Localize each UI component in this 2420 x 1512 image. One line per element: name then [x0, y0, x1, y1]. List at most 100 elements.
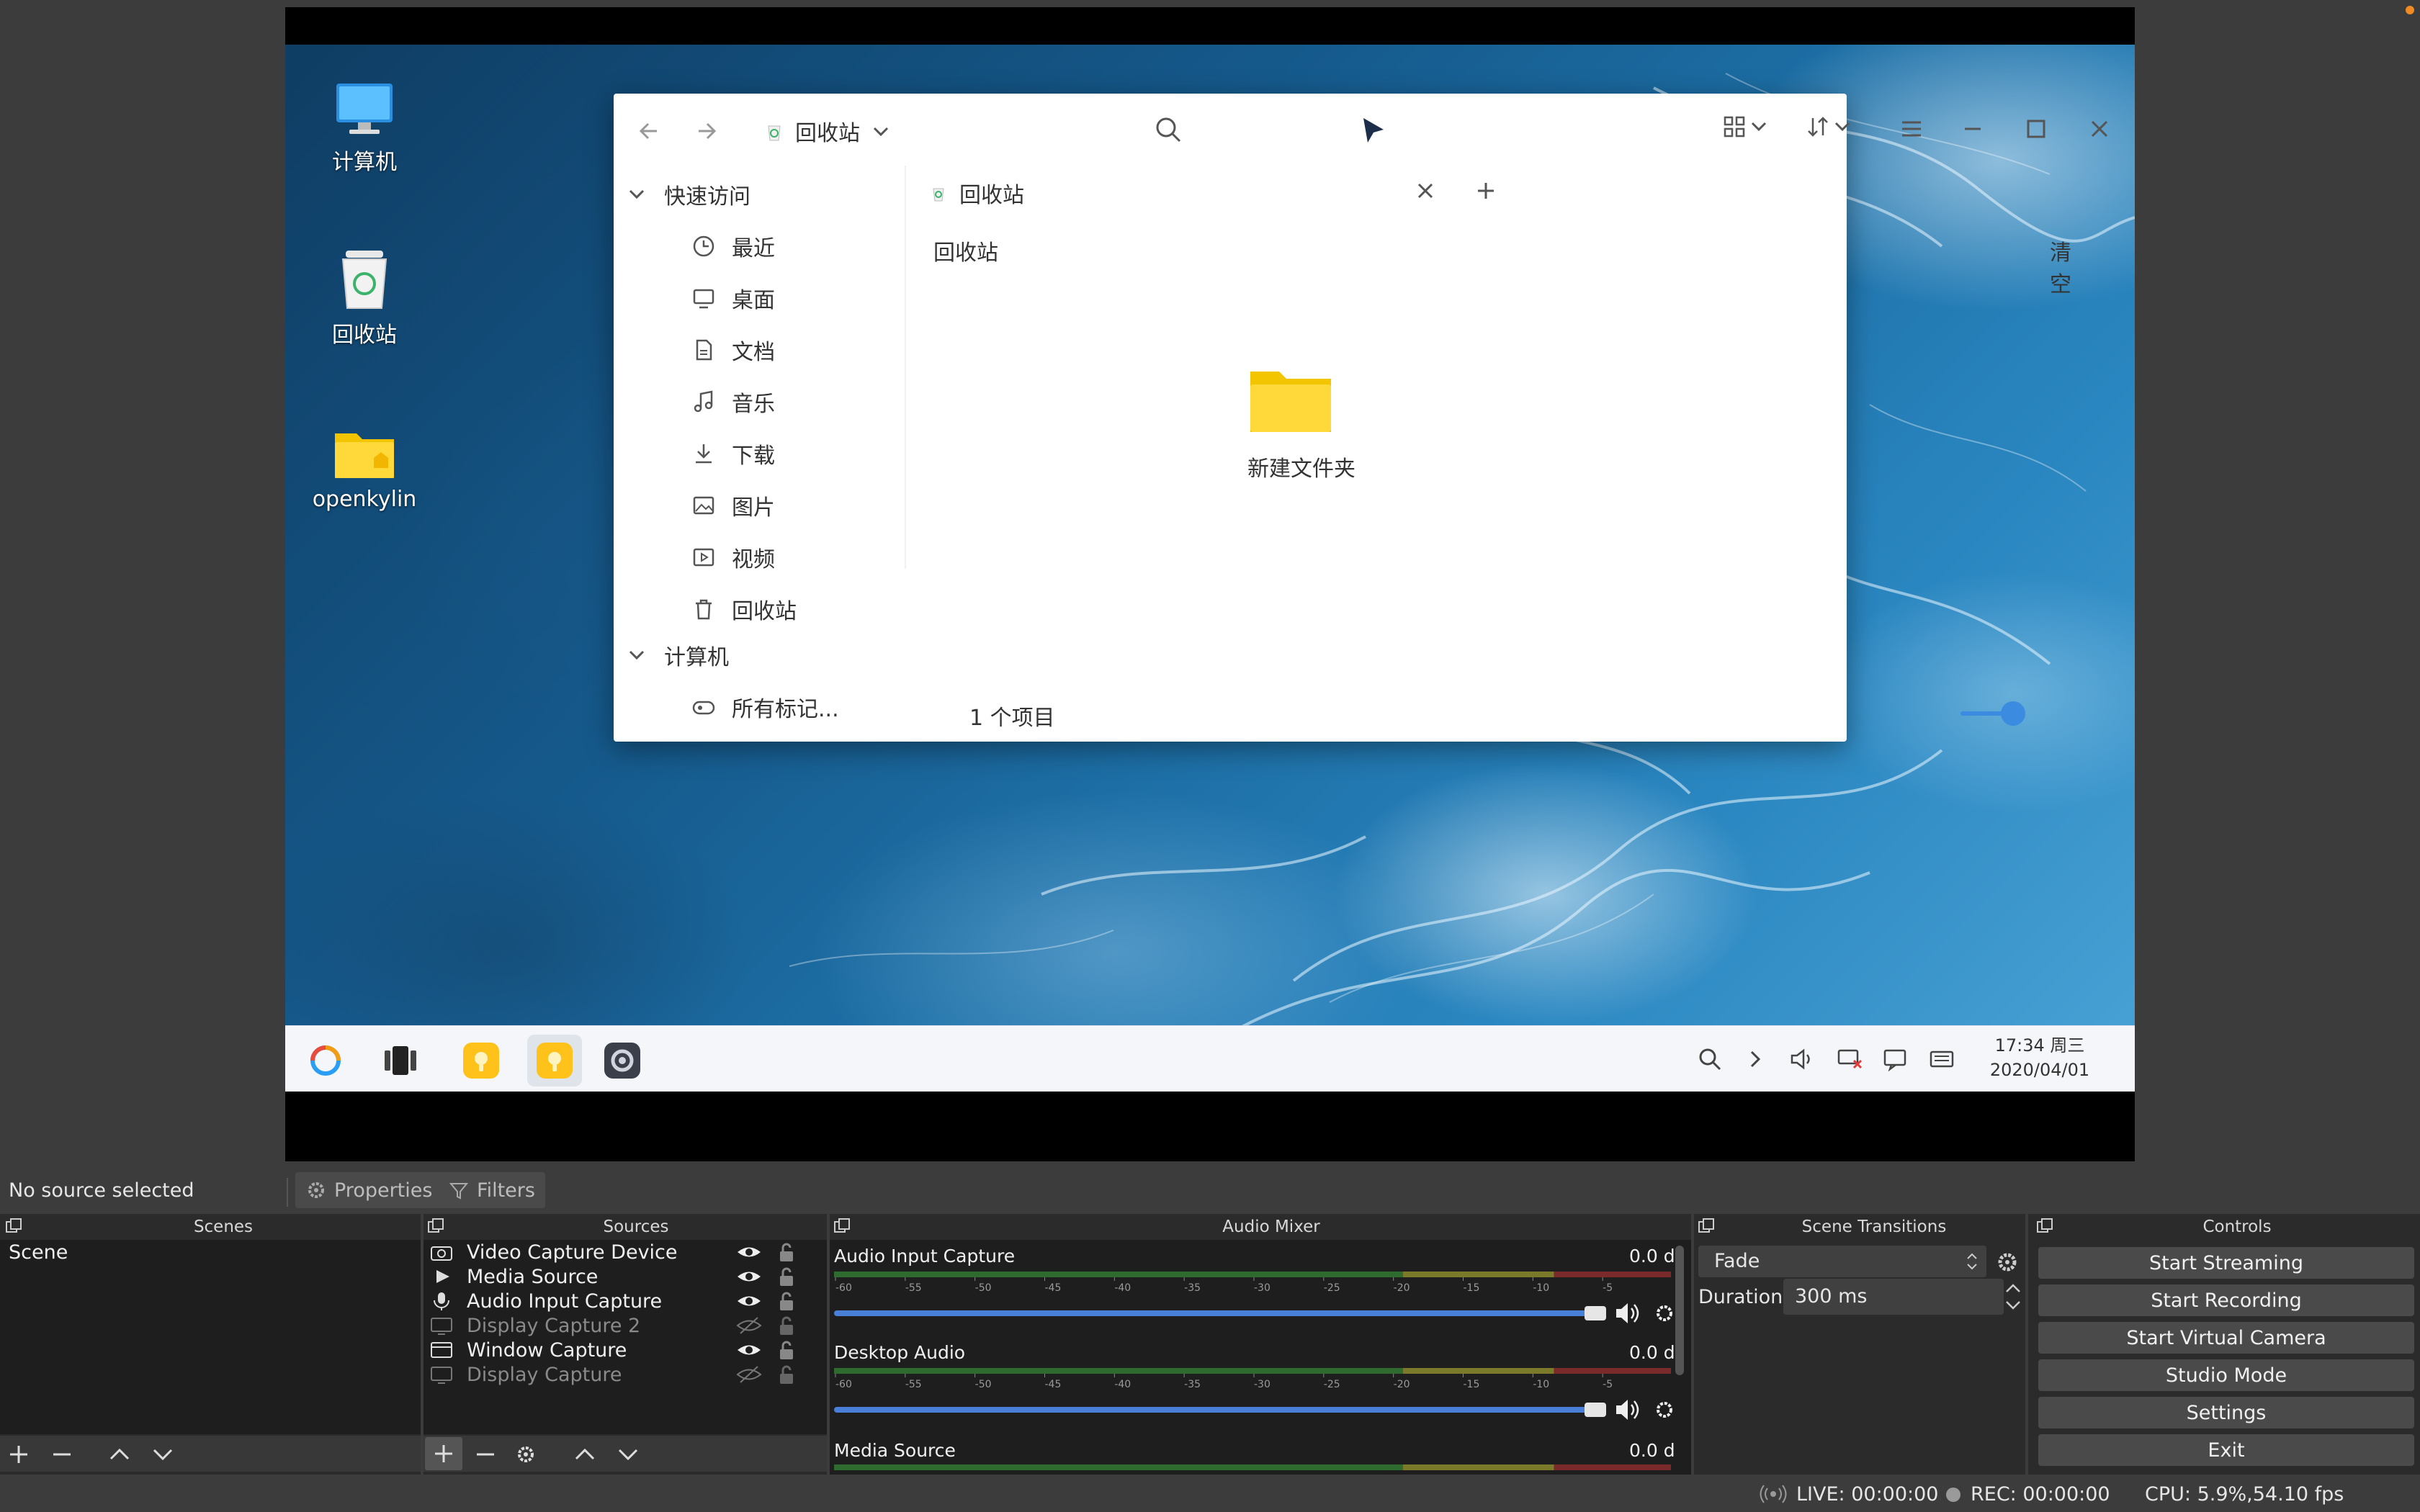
studio-mode-button[interactable]: Studio Mode: [2038, 1359, 2414, 1391]
mixer-channel-value: 0.0 d: [1629, 1246, 1675, 1266]
scene-item[interactable]: Scene: [9, 1240, 68, 1264]
desktop-icon-trash[interactable]: 回收站: [285, 248, 444, 348]
lock-icon[interactable]: [776, 1341, 797, 1361]
maximize-icon[interactable]: [2024, 117, 2048, 141]
sidebar-section-quick-access[interactable]: 快速访问: [628, 179, 750, 210]
volume-icon[interactable]: [1788, 1046, 1816, 1072]
zoom-slider-knob[interactable]: [2001, 701, 2025, 726]
move-up-icon[interactable]: [108, 1443, 131, 1466]
duration-stepper[interactable]: [2002, 1279, 2024, 1315]
lock-icon[interactable]: [776, 1243, 797, 1263]
volume-slider[interactable]: [834, 1310, 1597, 1316]
gear-icon[interactable]: [1654, 1398, 1675, 1421]
sidebar-section-computer[interactable]: 计算机: [628, 639, 729, 671]
lock-icon[interactable]: [776, 1267, 797, 1287]
add-source-button[interactable]: [425, 1437, 462, 1470]
forward-arrow-icon[interactable]: [693, 118, 722, 144]
sidebar-item-downloads[interactable]: 下载: [691, 432, 775, 475]
tab-close-icon[interactable]: [1415, 180, 1436, 202]
speaker-icon[interactable]: [1613, 1397, 1642, 1423]
folder-item[interactable]: [1247, 366, 1334, 435]
sidebar-item-music[interactable]: 音乐: [691, 380, 775, 423]
remove-icon[interactable]: [474, 1443, 497, 1466]
taskbar-app-settings[interactable]: [595, 1035, 650, 1086]
transition-select[interactable]: Fade: [1698, 1246, 1986, 1277]
taskbar-app-files-active[interactable]: [527, 1035, 582, 1086]
eye-icon[interactable]: [736, 1292, 762, 1310]
taskbar-app-files[interactable]: [454, 1035, 508, 1086]
source-item[interactable]: Video Capture Device: [424, 1240, 827, 1264]
eye-icon[interactable]: [736, 1243, 762, 1261]
settings-button[interactable]: Settings: [2038, 1397, 2414, 1428]
duration-input[interactable]: 300 ms: [1783, 1279, 2004, 1315]
source-item[interactable]: Display Capture 2: [424, 1313, 827, 1338]
sidebar-item-documents[interactable]: 文档: [691, 328, 775, 372]
start-streaming-button[interactable]: Start Streaming: [2038, 1247, 2414, 1279]
lock-icon[interactable]: [776, 1365, 797, 1385]
close-icon[interactable]: [2087, 117, 2112, 141]
add-icon[interactable]: [7, 1443, 30, 1466]
eye-hidden-icon[interactable]: [736, 1365, 762, 1384]
desktop-icon-openkylin[interactable]: openkylin: [285, 426, 444, 512]
new-tab-icon[interactable]: [1475, 180, 1497, 202]
search-icon[interactable]: [1154, 115, 1183, 144]
taskbar-clock[interactable]: 17:34 周三 2020/04/01: [1968, 1033, 2112, 1082]
sidebar-item-desktop[interactable]: 桌面: [691, 276, 775, 320]
gear-icon[interactable]: [1654, 1302, 1675, 1325]
volume-slider[interactable]: [834, 1407, 1597, 1413]
chevron-right-icon[interactable]: [1744, 1048, 1766, 1071]
network-disconnected-icon[interactable]: [1835, 1046, 1864, 1072]
desktop-icon-computer[interactable]: 计算机: [285, 81, 444, 176]
exit-button[interactable]: Exit: [2038, 1434, 2414, 1466]
lock-icon[interactable]: [776, 1292, 797, 1312]
location-label: 回收站: [795, 121, 860, 146]
eye-icon[interactable]: [736, 1267, 762, 1286]
gear-icon[interactable]: [1995, 1250, 2020, 1274]
mixer-scrollbar[interactable]: [1675, 1246, 1684, 1375]
sidebar-item-trash[interactable]: 回收站: [691, 588, 797, 631]
sort-button[interactable]: [1806, 115, 1851, 138]
empty-trash-button[interactable]: 清空: [2050, 235, 2071, 298]
menu-icon[interactable]: [1899, 117, 1924, 141]
minimize-icon[interactable]: [1960, 117, 1985, 141]
view-mode-button[interactable]: [1723, 115, 1767, 138]
source-item[interactable]: Window Capture: [424, 1338, 827, 1362]
volume-slider-knob[interactable]: [1585, 1306, 1606, 1320]
move-down-icon[interactable]: [617, 1443, 640, 1466]
start-menu-button[interactable]: [298, 1035, 353, 1086]
gear-icon[interactable]: [514, 1443, 537, 1466]
move-up-icon[interactable]: [573, 1443, 596, 1466]
source-item[interactable]: Display Capture: [424, 1362, 827, 1387]
sidebar-item-videos[interactable]: 视频: [691, 536, 775, 579]
volume-slider-knob[interactable]: [1585, 1403, 1606, 1417]
sources-list[interactable]: Video Capture Device Media Source Audio …: [424, 1240, 827, 1434]
keyboard-icon[interactable]: [1927, 1046, 1956, 1072]
filters-button[interactable]: Filters: [438, 1172, 545, 1208]
search-icon[interactable]: [1697, 1046, 1723, 1072]
back-arrow-icon[interactable]: [635, 118, 664, 144]
sidebar-item-pictures[interactable]: 图片: [691, 484, 775, 527]
remove-icon[interactable]: [50, 1443, 73, 1466]
file-manager-window[interactable]: 回收站 快速访问 最近 桌面 文档 音乐 下载 图片 视频 回收站 计算机 所有…: [614, 94, 2108, 742]
notification-icon[interactable]: [1881, 1046, 1910, 1072]
sidebar-item-tags[interactable]: 所有标记...: [691, 685, 839, 729]
tab-trash[interactable]: 回收站: [931, 177, 1024, 209]
obs-preview[interactable]: 计算机 回收站 openkylin 回收站 快速访问 最近 桌面 文档 音乐 下…: [285, 7, 2135, 1161]
start-recording-button[interactable]: Start Recording: [2038, 1284, 2414, 1316]
sidebar-item-recent[interactable]: 最近: [691, 225, 775, 268]
eye-hidden-icon[interactable]: [736, 1316, 762, 1335]
clock-date: 2020/04/01: [1989, 1060, 2090, 1080]
source-item[interactable]: Audio Input Capture: [424, 1289, 827, 1313]
multitask-view-button[interactable]: [373, 1035, 428, 1086]
speaker-icon[interactable]: [1613, 1300, 1642, 1326]
eye-icon[interactable]: [736, 1341, 762, 1359]
move-down-icon[interactable]: [151, 1443, 174, 1466]
properties-button[interactable]: Properties: [295, 1172, 443, 1208]
source-item[interactable]: Media Source: [424, 1264, 827, 1289]
lock-icon[interactable]: [776, 1316, 797, 1336]
scenes-list[interactable]: Scene: [0, 1240, 421, 1434]
folder-name[interactable]: 新建文件夹: [1229, 451, 1373, 482]
location-breadcrumb[interactable]: 回收站: [765, 111, 890, 151]
start-virtual-camera-button[interactable]: Start Virtual Camera: [2038, 1322, 2414, 1354]
meter-tick-label: -55: [905, 1379, 922, 1390]
